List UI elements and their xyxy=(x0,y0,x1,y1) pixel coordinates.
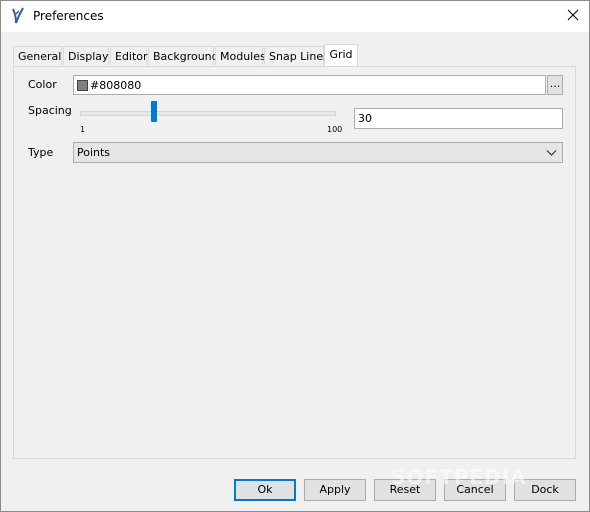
ok-button[interactable]: Ok xyxy=(234,479,296,501)
spacing-min-label: 1 xyxy=(80,125,86,134)
tab-background[interactable]: Background xyxy=(148,46,219,65)
apply-button[interactable]: Apply xyxy=(304,479,366,501)
title-bar[interactable]: Preferences xyxy=(1,1,589,32)
preferences-window: Preferences General Display Editor Backg… xyxy=(0,0,590,512)
type-select[interactable]: Points xyxy=(73,142,563,163)
tab-general[interactable]: General xyxy=(13,46,62,65)
tab-snap-lines[interactable]: Snap Lines xyxy=(264,46,329,65)
chevron-down-icon xyxy=(546,150,557,156)
grid-settings-panel: Color #808080 ... Spacing 1 100 30 Type … xyxy=(13,66,576,459)
cancel-button[interactable]: Cancel xyxy=(444,479,506,501)
dock-button[interactable]: Dock xyxy=(514,479,576,501)
reset-button[interactable]: Reset xyxy=(374,479,436,501)
color-swatch xyxy=(77,80,88,91)
spacing-slider-track[interactable] xyxy=(80,111,336,116)
color-field[interactable]: #808080 xyxy=(73,75,546,95)
type-label: Type xyxy=(28,146,54,159)
spacing-input[interactable]: 30 xyxy=(354,108,563,129)
tab-display[interactable]: Display xyxy=(63,46,109,65)
spacing-max-label: 100 xyxy=(327,125,343,134)
spacing-slider-thumb[interactable] xyxy=(151,101,158,122)
type-value: Points xyxy=(77,146,111,159)
tab-editor[interactable]: Editor xyxy=(110,46,148,65)
spacing-label: Spacing xyxy=(28,104,72,117)
color-browse-button[interactable]: ... xyxy=(547,75,563,95)
color-label: Color xyxy=(28,78,57,91)
app-icon xyxy=(12,7,24,24)
tab-modules[interactable]: Modules xyxy=(215,46,266,65)
tab-grid[interactable]: Grid xyxy=(324,44,358,66)
color-value: #808080 xyxy=(90,79,142,92)
window-title: Preferences xyxy=(33,9,104,23)
close-icon[interactable] xyxy=(565,7,581,23)
